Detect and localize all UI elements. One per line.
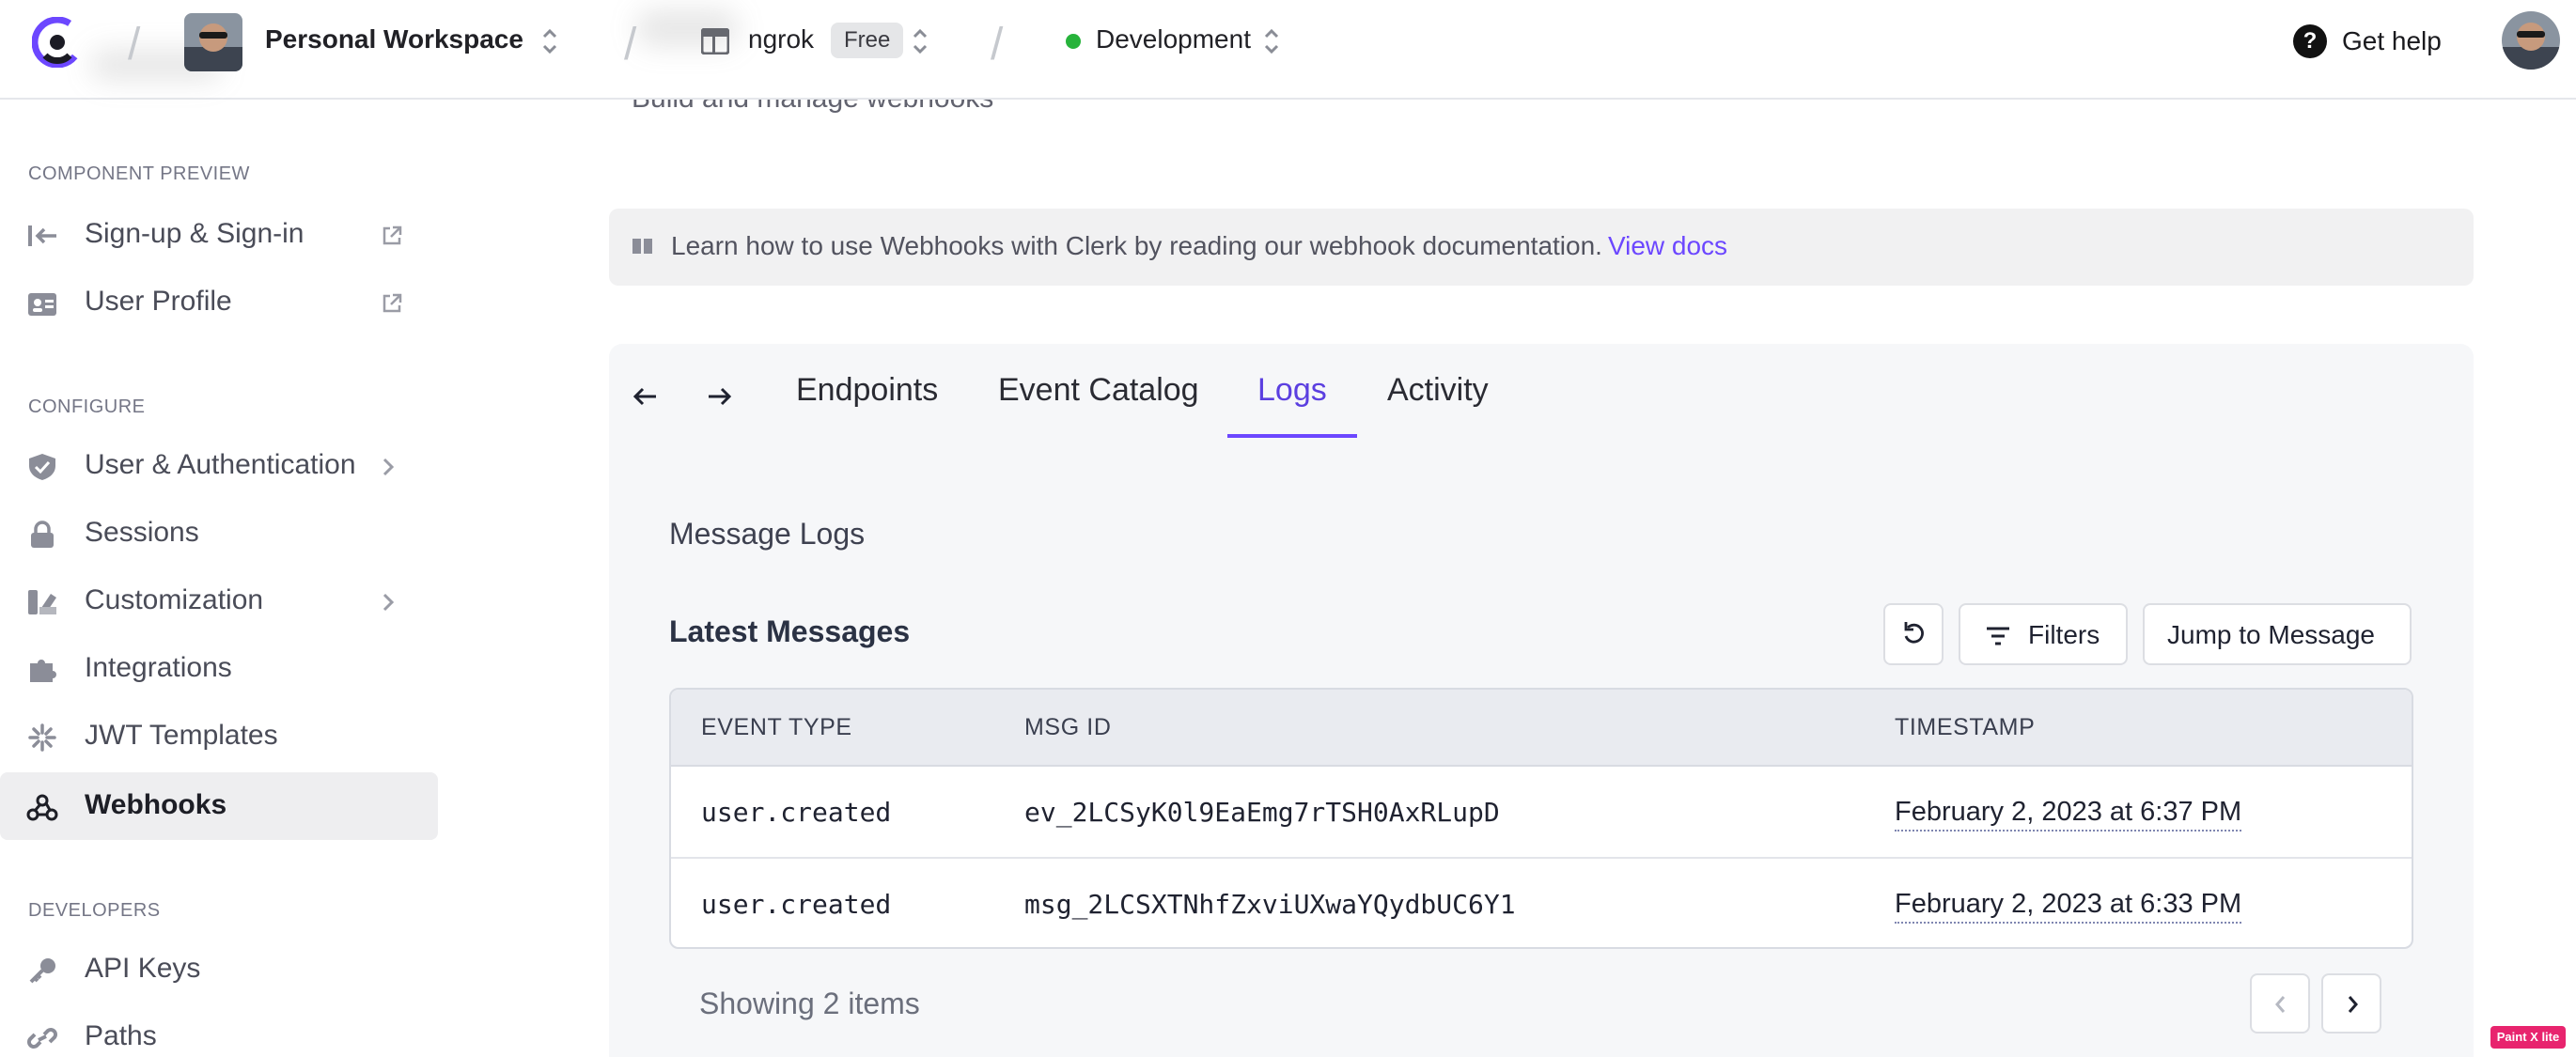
plan-badge: Free [831,23,904,58]
external-link-icon [382,225,402,245]
column-header-timestamp: TIMESTAMP [1895,714,2036,740]
timestamp-cell: February 2, 2023 at 6:33 PM [1895,889,2242,924]
event-type-cell: user.created [701,797,892,828]
sidebar-item-customization[interactable]: Customization [0,567,438,635]
tab-activity[interactable]: Activity [1387,372,1489,409]
sidebar-item-sessions[interactable]: Sessions [0,500,438,567]
table-row[interactable]: user.created ev_2LCSyK0l9EaEmg7rTSH0AxRL… [671,767,2412,859]
sign-in-icon [28,225,56,246]
msg-id-cell: ev_2LCSyK0l9EaEmg7rTSH0AxRLupD [1024,797,1500,828]
sidebar-item-label: User & Authentication [85,449,356,480]
workspace-avatar[interactable] [184,13,242,71]
lock-icon [31,521,54,548]
sidebar-item-user-profile[interactable]: User Profile [0,269,438,336]
tab-event-catalog[interactable]: Event Catalog [998,372,1199,409]
application-switcher-icon[interactable] [910,23,930,60]
application-icon [701,28,729,54]
filter-icon [1987,627,2009,645]
sidebar-item-user-authentication[interactable]: User & Authentication [0,432,438,500]
previous-page-button[interactable] [2250,973,2310,1034]
environment-switcher-icon[interactable] [1261,23,1282,60]
sidebar-item-sign-up-sign-in[interactable]: Sign-up & Sign-in [0,201,438,269]
book-icon [632,239,652,254]
sidebar-item-label: JWT Templates [85,720,278,751]
sidebar-item-api-keys[interactable]: API Keys [0,936,438,1003]
environment-name[interactable]: Development [1096,24,1251,54]
table-header: EVENT TYPE MSG ID TIMESTAMP [671,690,2412,767]
webhook-icon [26,794,58,821]
column-header-msg-id: MSG ID [1024,714,1112,740]
breadcrumb-separator: / [128,20,141,70]
showing-items-count: Showing 2 items [699,987,920,1020]
key-icon [29,958,55,984]
puzzle-icon [30,660,56,682]
paint-brush-icon [28,590,56,614]
environment-status-dot [1066,34,1081,49]
breadcrumb-separator: / [991,20,1004,70]
external-link-icon [382,293,402,313]
section-label-component-preview: COMPONENT PREVIEW [28,163,250,184]
jump-to-message-button[interactable]: Jump to Message [2143,603,2412,665]
shield-check-icon [29,454,55,480]
chevron-left-icon [2275,996,2286,1013]
chevron-right-icon [382,458,395,476]
section-label-developers: DEVELOPERS [28,900,161,921]
latest-messages-heading: Latest Messages [669,614,911,648]
sidebar: COMPONENT PREVIEW Sign-up & Sign-in User… [0,100,451,1057]
top-bar: / Personal Workspace / ngrok Free / Deve… [0,0,2576,100]
filters-label: Filters [2028,620,2100,649]
refresh-icon [1904,622,1924,644]
section-label-configure: CONFIGURE [28,396,146,417]
breadcrumb-separator: / [624,20,637,70]
sidebar-item-jwt-templates[interactable]: JWT Templates [0,703,438,770]
get-help-link[interactable]: Get help [2342,26,2442,56]
sidebar-item-label: Paths [85,1020,157,1051]
table-row[interactable]: user.created msg_2LCSXTNhfZxviUXwaYQydbU… [671,859,2412,947]
event-type-cell: user.created [701,889,892,920]
jwt-icon [28,723,56,752]
info-banner: Learn how to use Webhooks with Clerk by … [609,209,2474,286]
sidebar-item-label: API Keys [85,953,201,984]
forward-arrow-icon[interactable] [703,381,737,412]
info-banner-text: Learn how to use Webhooks with Clerk by … [671,231,1727,261]
tab-logs[interactable]: Logs [1257,372,1327,409]
back-arrow-icon[interactable] [628,381,662,412]
refresh-button[interactable] [1883,603,1944,665]
message-logs-title: Message Logs [669,517,866,551]
webhooks-panel: Endpoints Event Catalog Logs Activity Me… [609,344,2474,1057]
msg-id-cell: msg_2LCSXTNhfZxviUXwaYQydbUC6Y1 [1024,889,1516,920]
sidebar-item-label: Integrations [85,652,232,683]
link-icon [27,1028,57,1049]
tab-endpoints[interactable]: Endpoints [796,372,938,409]
view-docs-link[interactable]: View docs [1608,231,1727,260]
sidebar-item-webhooks[interactable]: Webhooks [0,772,438,840]
clerk-logo-icon[interactable] [32,17,83,68]
sidebar-item-label: Sign-up & Sign-in [85,218,304,249]
sidebar-item-label: Webhooks [85,789,227,820]
info-banner-message: Learn how to use Webhooks with Clerk by … [671,231,1602,260]
workspace-switcher-icon[interactable] [539,23,560,60]
sidebar-item-paths[interactable]: Paths [0,1003,438,1057]
sidebar-item-label: User Profile [85,286,232,317]
user-avatar[interactable] [2502,11,2560,70]
watermark-badge: Paint X lite [2490,1026,2566,1049]
messages-table: EVENT TYPE MSG ID TIMESTAMP user.created… [669,688,2413,949]
help-icon[interactable]: ? [2293,24,2327,58]
user-card-icon [28,293,56,316]
next-page-button[interactable] [2321,973,2381,1034]
application-name[interactable]: ngrok [748,24,814,54]
active-tab-indicator [1227,434,1357,438]
chevron-right-icon [382,593,395,612]
workspace-name[interactable]: Personal Workspace [265,24,523,54]
sidebar-item-label: Sessions [85,517,199,548]
chevron-right-icon [2348,996,2358,1013]
sidebar-item-integrations[interactable]: Integrations [0,635,438,703]
filters-button[interactable]: Filters [1959,603,2128,665]
jump-to-message-label: Jump to Message [2167,620,2375,649]
column-header-event-type: EVENT TYPE [701,714,852,740]
timestamp-cell: February 2, 2023 at 6:37 PM [1895,797,2242,832]
sidebar-item-label: Customization [85,584,264,615]
